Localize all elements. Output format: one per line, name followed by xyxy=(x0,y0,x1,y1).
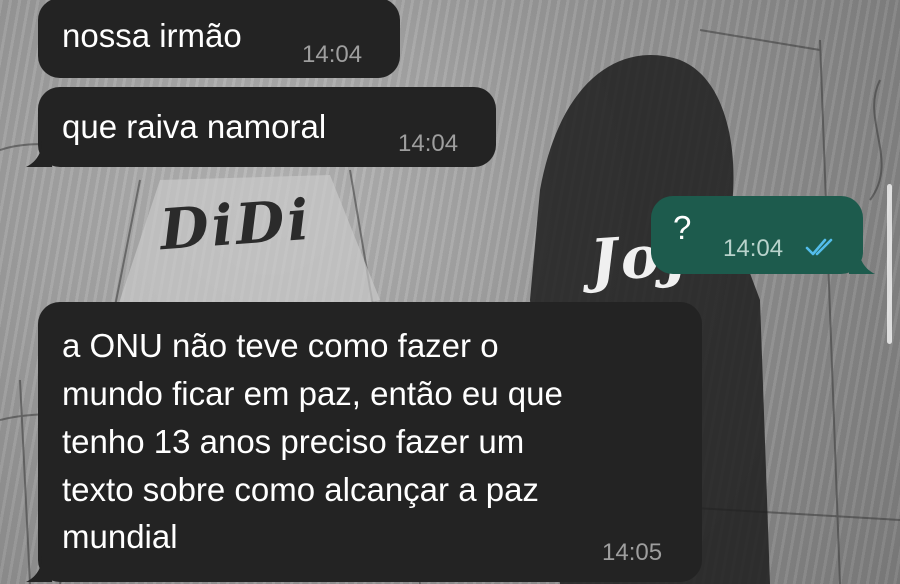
message-text: ? xyxy=(673,209,692,246)
bubble-tail-icon xyxy=(849,248,875,274)
message-text: nossa irmão xyxy=(62,17,242,54)
message-bubble-incoming[interactable]: a ONU não teve como fazer o mundo ficar … xyxy=(26,302,702,582)
message-bubble-incoming[interactable]: que raiva namoral 14:04 xyxy=(26,87,496,167)
message-text: que raiva namoral xyxy=(62,108,327,145)
message-timestamp: 14:04 xyxy=(398,130,459,157)
message-text: a ONU não teve como fazer o mundo ficar … xyxy=(62,327,563,556)
double-check-read-icon xyxy=(805,238,833,256)
message-timestamp: 14:04 xyxy=(723,235,784,262)
message-timestamp: 14:04 xyxy=(302,41,363,68)
wallpaper-didi-text: DiDi xyxy=(157,186,314,264)
message-bubble-outgoing[interactable]: ? 14:04 xyxy=(651,196,875,274)
message-bubble-incoming[interactable]: nossa irmão 14:04 xyxy=(38,0,400,78)
bubble-tail-icon xyxy=(26,141,52,167)
scrollbar[interactable] xyxy=(887,184,892,344)
bubble-tail-icon xyxy=(26,556,52,582)
message-timestamp: 14:05 xyxy=(602,539,663,566)
